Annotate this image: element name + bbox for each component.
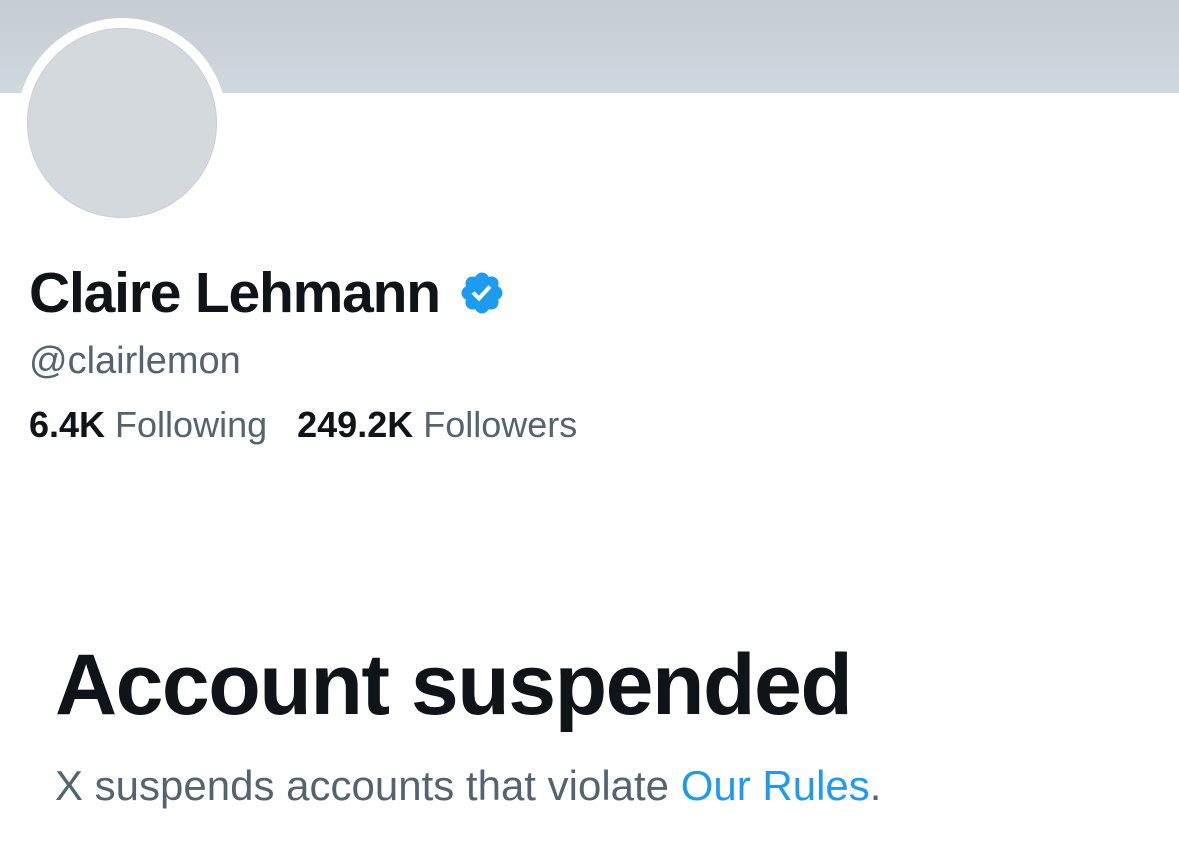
user-handle: @clairlemon	[29, 340, 241, 382]
our-rules-link[interactable]: Our Rules	[681, 762, 870, 809]
followers-stat[interactable]: 249.2K Followers	[297, 403, 577, 446]
display-name: Claire Lehmann	[29, 260, 441, 325]
followers-count: 249.2K	[297, 404, 414, 445]
followers-label: Followers	[423, 404, 578, 445]
verified-badge-icon[interactable]	[458, 269, 506, 317]
following-label: Following	[115, 404, 268, 445]
following-stat[interactable]: 6.4K Following	[29, 403, 267, 446]
suspension-message-end: .	[869, 762, 882, 809]
profile-name-row: Claire Lehmann	[29, 258, 506, 328]
suspension-message: X suspends accounts that violate Our Rul…	[55, 761, 881, 811]
suspension-message-text: X suspends accounts that violate	[55, 762, 681, 809]
follow-stats: 6.4K Following 249.2K Followers	[29, 403, 607, 446]
avatar[interactable]	[27, 28, 217, 218]
suspension-heading: Account suspended	[55, 637, 853, 733]
following-count: 6.4K	[29, 404, 106, 445]
